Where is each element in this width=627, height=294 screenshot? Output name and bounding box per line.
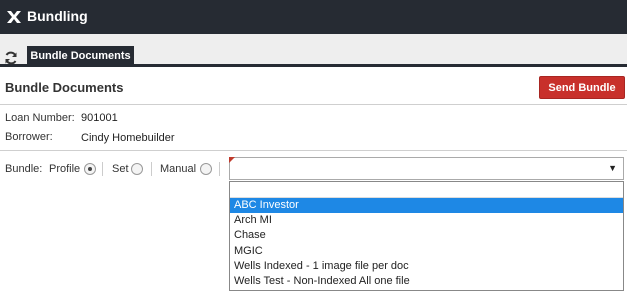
dropdown-option[interactable]: MGIC: [230, 244, 623, 259]
manual-radio-label[interactable]: Manual: [160, 163, 196, 175]
manual-radio[interactable]: [200, 163, 212, 175]
borrower-value: Cindy Homebuilder: [81, 132, 175, 144]
tab-bundle-documents[interactable]: Bundle Documents: [27, 46, 134, 67]
page-title: Bundle Documents: [5, 80, 124, 95]
dropdown-option[interactable]: Wells Test - Non-Indexed All one file: [230, 274, 623, 289]
dropdown-search-input[interactable]: [230, 182, 623, 198]
send-bundle-button[interactable]: Send Bundle: [539, 76, 625, 99]
profile-radio-label[interactable]: Profile: [49, 163, 80, 175]
refresh-icon[interactable]: [4, 51, 18, 65]
loan-number-label: Loan Number:: [5, 112, 75, 124]
borrower-label: Borrower:: [5, 131, 53, 143]
divider: [0, 104, 627, 105]
set-radio-label[interactable]: Set: [112, 163, 129, 175]
separator: [151, 162, 152, 176]
profile-dropdown-list: ABC Investor Arch MI Chase MGIC Wells In…: [229, 181, 624, 291]
loan-number-value: 901001: [81, 112, 118, 124]
set-radio[interactable]: [131, 163, 143, 175]
separator: [102, 162, 103, 176]
dropdown-option[interactable]: Chase: [230, 228, 623, 243]
dropdown-option[interactable]: Arch MI: [230, 213, 623, 228]
divider: [0, 150, 627, 151]
separator: [219, 162, 220, 176]
app-title: Bundling: [27, 8, 88, 24]
x-logo-icon: [7, 11, 21, 23]
profile-radio[interactable]: [84, 163, 96, 175]
top-bar: Bundling: [0, 0, 627, 34]
chevron-down-icon[interactable]: ▼: [608, 163, 617, 173]
required-marker-icon: [229, 157, 235, 163]
bundle-label: Bundle:: [5, 163, 43, 175]
bundle-profile-select[interactable]: ▼: [229, 157, 624, 180]
dropdown-option[interactable]: Wells Indexed - 1 image file per doc: [230, 259, 623, 274]
dropdown-option[interactable]: ABC Investor: [230, 198, 623, 213]
